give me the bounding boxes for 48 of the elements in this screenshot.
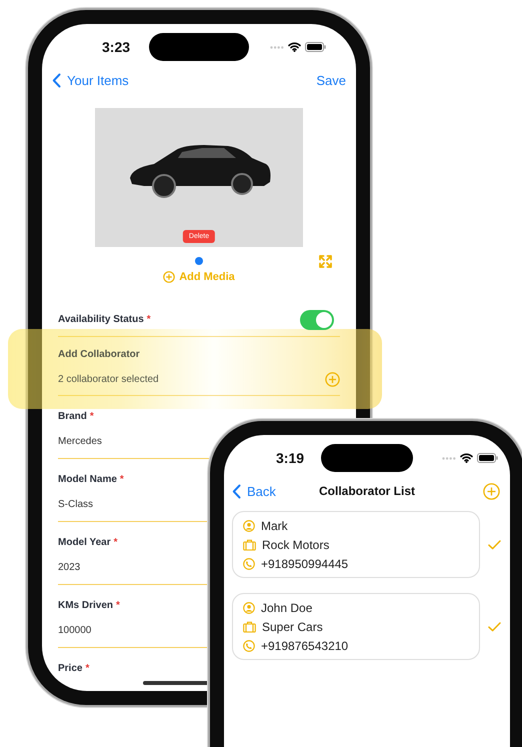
field-label: Add Collaborator <box>58 348 140 362</box>
phone-number: +918950994445 <box>261 556 348 570</box>
briefcase-icon <box>243 620 256 632</box>
briefcase-icon <box>243 538 256 550</box>
person-icon <box>243 520 255 532</box>
signal-icon <box>270 46 284 48</box>
signal-icon <box>442 456 456 460</box>
collaborator-card[interactable]: Mark Rock Motors +918950994445 <box>232 511 480 578</box>
collaborator-card[interactable]: John Doe Super Cars +919876543210 <box>232 593 480 660</box>
wifi-icon <box>460 453 473 463</box>
field-label: Model Name * <box>58 473 124 487</box>
status-time: 3:19 <box>276 450 304 466</box>
field-label: KMs Driven * <box>58 599 120 613</box>
screen-title: Collaborator List <box>318 484 415 498</box>
back-chevron-icon[interactable] <box>52 72 61 88</box>
check-icon[interactable] <box>488 540 501 550</box>
add-icon[interactable] <box>163 271 176 283</box>
check-icon[interactable] <box>488 622 501 632</box>
person-icon <box>243 602 255 614</box>
expand-icon[interactable] <box>319 255 332 268</box>
company-name: Rock Motors <box>262 538 330 552</box>
field-value[interactable]: S-Class <box>58 498 94 510</box>
battery-icon <box>477 453 498 463</box>
field-value[interactable]: 2023 <box>58 562 80 572</box>
phone-number: +919876543210 <box>261 638 348 652</box>
page-dot[interactable] <box>195 257 203 265</box>
field-label: Brand * <box>58 410 94 424</box>
save-button[interactable]: Save <box>316 72 346 88</box>
field-value[interactable]: 100000 <box>58 624 92 636</box>
add-icon[interactable] <box>483 482 500 500</box>
collaborator-name: John Doe <box>261 600 312 614</box>
field-value[interactable]: 2 collaborator selected <box>58 374 159 384</box>
collaborator-name: Mark <box>261 518 288 532</box>
back-link[interactable]: Back <box>232 484 276 498</box>
back-chevron-icon[interactable] <box>232 484 241 498</box>
phone-icon <box>243 640 255 652</box>
field-label: Model Year * <box>58 536 118 550</box>
field-value[interactable]: Mercedes <box>58 436 102 446</box>
toggle-switch[interactable] <box>300 310 334 330</box>
back-link[interactable]: Your Items <box>52 72 129 88</box>
battery-icon <box>305 42 326 52</box>
status-time: 3:23 <box>102 39 130 55</box>
wifi-icon <box>288 42 301 52</box>
phone-icon <box>243 558 255 570</box>
add-icon[interactable] <box>325 372 340 386</box>
company-name: Super Cars <box>262 620 323 634</box>
field-label: Price * <box>58 662 90 676</box>
field-label: Availability Status * <box>58 313 151 327</box>
